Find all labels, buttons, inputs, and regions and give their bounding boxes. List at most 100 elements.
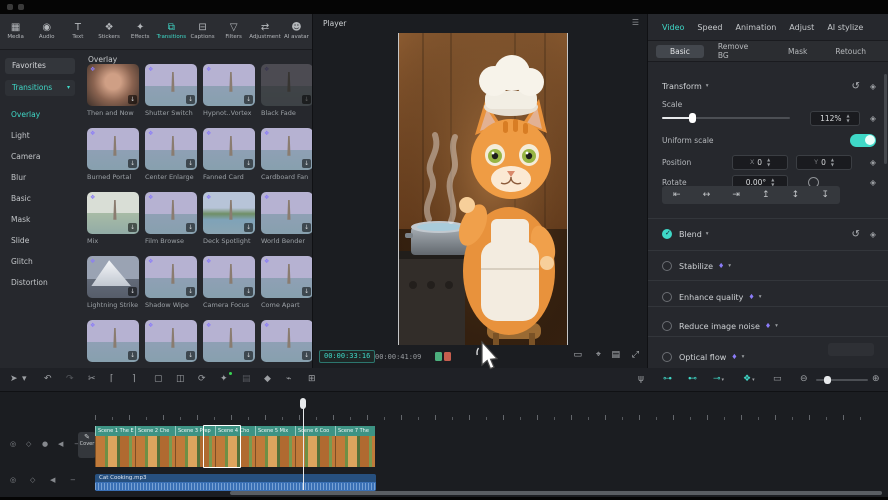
video-track-control-icon[interactable]: ◎ xyxy=(10,440,16,448)
sidebar-item-camera[interactable]: Camera xyxy=(0,146,80,167)
window-control-icon[interactable] xyxy=(18,4,24,10)
extract-icon[interactable]: ⊞ xyxy=(308,373,316,386)
select-tool-icon[interactable]: ➤ xyxy=(10,373,18,386)
timeline-clip-scene-6-coo[interactable]: Scene 6 Coo xyxy=(295,426,335,467)
timeline-zoom-in-icon[interactable]: ⊕ xyxy=(872,373,880,386)
feature-label[interactable]: Reduce image noise xyxy=(679,322,760,331)
blend-label[interactable]: Blend xyxy=(679,230,702,239)
timeline-zoom-out-icon[interactable]: ⊖ xyxy=(800,373,808,386)
video-track-control-icon[interactable]: ◀ xyxy=(58,440,63,448)
select-dropdown-icon[interactable]: ▾ xyxy=(22,373,27,386)
toolbar-item-effects[interactable]: ✦Effects xyxy=(125,14,156,49)
meter-green-icon[interactable] xyxy=(435,352,442,361)
ai-tool-icon[interactable]: ✦ xyxy=(220,373,228,386)
tab-video[interactable]: Video xyxy=(662,23,684,32)
frame-focus-icon[interactable]: ⌖ xyxy=(596,350,601,360)
playhead-handle[interactable] xyxy=(300,398,306,409)
mirror-icon[interactable]: ⟳ xyxy=(198,373,206,386)
keyframe-icon[interactable]: ◈ xyxy=(870,178,876,187)
redo-icon[interactable]: ↷ xyxy=(66,373,74,386)
timeline-ruler[interactable] xyxy=(80,392,888,424)
scale-stepper[interactable]: ▲▼ xyxy=(847,114,850,123)
align-bottom-icon[interactable]: ↧ xyxy=(821,190,829,200)
transition-item[interactable]: ❖↓ xyxy=(145,320,197,368)
audio-clip[interactable]: Cat Cooking.mp3 xyxy=(95,474,376,491)
align-top-icon[interactable]: ↥ xyxy=(762,190,770,200)
split-icon[interactable]: ✂ xyxy=(88,373,96,386)
checkbox[interactable] xyxy=(662,352,672,362)
video-track-control-icon[interactable]: ● xyxy=(42,440,48,448)
transition-item-deck-spotlight[interactable]: ❖↓Deck Spotlight xyxy=(203,192,255,245)
timeline-clip-scene-3-prep[interactable]: Scene 3 Prep xyxy=(175,426,215,467)
toolbar-item-captions[interactable]: ⊟Captions xyxy=(187,14,218,49)
current-time[interactable]: 00:00:33:16 xyxy=(319,350,375,363)
position-x-field[interactable]: X 0 ▲▼ xyxy=(732,155,788,170)
subtab-basic[interactable]: Basic xyxy=(656,45,704,58)
timeline-clip-scene-2-che[interactable]: Scene 2 Che xyxy=(135,426,175,467)
sidebar-item-mask[interactable]: Mask xyxy=(0,209,80,230)
align-middle-icon[interactable]: ↕ xyxy=(792,190,800,200)
align-center-h-icon[interactable]: ↔ xyxy=(703,190,711,200)
transition-item-cardboard-fan[interactable]: ❖↓Cardboard Fan xyxy=(261,128,312,181)
subtab-retouch[interactable]: Retouch xyxy=(821,45,880,58)
keyframe-icon[interactable]: ◈ xyxy=(870,114,876,123)
fullscreen-icon[interactable]: ⤢ xyxy=(632,350,639,360)
blend-checkbox[interactable] xyxy=(662,229,672,239)
sidebar-item-blur[interactable]: Blur xyxy=(0,167,80,188)
record-mic-icon[interactable]: ψ xyxy=(638,373,644,386)
freeze-icon[interactable]: ▤ xyxy=(242,373,251,386)
toolbar-item-text[interactable]: TText xyxy=(62,14,93,49)
cover-button[interactable]: ✎ Cover xyxy=(78,432,96,458)
audio-tool-icon[interactable]: ◆ xyxy=(264,373,271,386)
beat-icon[interactable]: ⌁ xyxy=(286,373,291,386)
tab-ai-stylize[interactable]: AI stylize xyxy=(827,23,863,32)
tab-speed[interactable]: Speed xyxy=(697,23,722,32)
transition-item-shadow-wipe[interactable]: ❖↓Shadow Wipe xyxy=(145,256,197,309)
audio-track-control-icon[interactable]: ◎ xyxy=(10,476,16,484)
align-left-icon[interactable]: ⇤ xyxy=(673,190,681,200)
transition-item-mix[interactable]: ❖↓Mix xyxy=(87,192,139,245)
feature-label[interactable]: Stabilize xyxy=(679,262,713,271)
favorites-button[interactable]: Favorites xyxy=(5,58,75,74)
snap-options-icon[interactable]: ⊸▾ xyxy=(713,373,724,387)
timeline-clip-scene-5-mix[interactable]: Scene 5 Mix xyxy=(255,426,295,467)
toolbar-item-adjustment[interactable]: ⇄Adjustment xyxy=(249,14,281,49)
timeline-horizontal-scrollbar[interactable] xyxy=(230,491,882,495)
transition-item-shutter-switch[interactable]: ❖↓Shutter Switch xyxy=(145,64,197,117)
tab-animation[interactable]: Animation xyxy=(736,23,777,32)
position-y-stepper[interactable]: ▲▼ xyxy=(831,158,834,167)
player-menu-icon[interactable]: ☰ xyxy=(632,18,639,27)
transform-label[interactable]: Transform xyxy=(662,82,702,91)
link-preview-icon[interactable]: ⊷ xyxy=(688,373,697,386)
quality-icon[interactable]: ▤ xyxy=(611,350,620,360)
reset-icon[interactable]: ↺ xyxy=(851,81,859,92)
crop-icon[interactable]: ◫ xyxy=(176,373,185,386)
sidebar-item-basic[interactable]: Basic xyxy=(0,188,80,209)
timeline-zoom-slider[interactable] xyxy=(816,379,868,381)
keyframe-icon[interactable]: ◈ xyxy=(870,158,876,167)
transition-item-then-and-now[interactable]: ❖↓Then and Now xyxy=(87,64,139,117)
audio-track-control-icon[interactable]: ◇ xyxy=(30,476,35,484)
position-y-field[interactable]: Y 0 ▲▼ xyxy=(796,155,852,170)
timeline-clip-scene-4-cho[interactable]: Scene 4 Cho xyxy=(215,426,255,467)
feature-label[interactable]: Optical flow xyxy=(679,353,726,362)
position-x-stepper[interactable]: ▲▼ xyxy=(767,158,770,167)
transition-item-hypnot-vortex[interactable]: ❖↓Hypnot..Vortex xyxy=(203,64,255,117)
ratio-icon[interactable]: ▭ xyxy=(573,350,582,360)
transition-item-center-enlarge[interactable]: ❖↓Center Enlarge xyxy=(145,128,197,181)
window-control-icon[interactable] xyxy=(7,4,13,10)
audio-track-control-icon[interactable]: ◀ xyxy=(50,476,55,484)
transition-item[interactable]: ❖↓ xyxy=(87,320,139,368)
subtab-mask[interactable]: Mask xyxy=(774,45,821,58)
checkbox[interactable] xyxy=(662,321,672,331)
timeline-clip-scene-7-the[interactable]: Scene 7 The xyxy=(335,426,375,467)
checkbox[interactable] xyxy=(662,292,672,302)
reset-icon[interactable]: ↺ xyxy=(851,229,859,240)
sidebar-item-overlay[interactable]: Overlay xyxy=(0,104,80,125)
transition-item-lightning-strike[interactable]: ❖↓Lightning Strike xyxy=(87,256,139,309)
scale-slider[interactable] xyxy=(662,117,790,119)
align-right-icon[interactable]: ⇥ xyxy=(732,190,740,200)
transition-item-camera-focus[interactable]: ❖↓Camera Focus xyxy=(203,256,255,309)
keyframe-icon[interactable]: ◈ xyxy=(870,82,876,91)
video-preview[interactable] xyxy=(399,33,567,345)
